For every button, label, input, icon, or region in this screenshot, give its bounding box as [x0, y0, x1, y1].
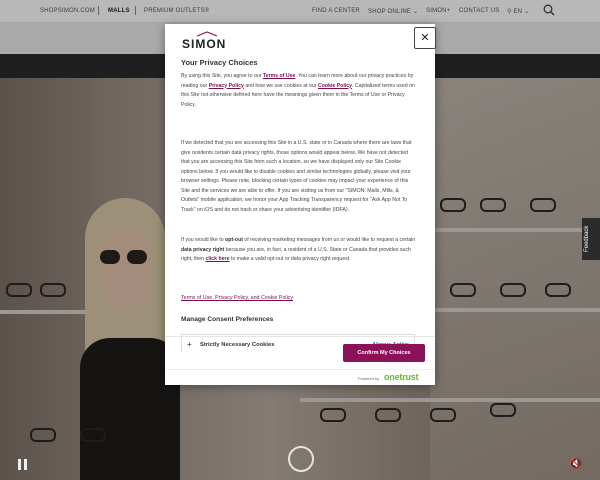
manage-consent-heading: Manage Consent Preferences: [181, 316, 274, 323]
click-here-link[interactable]: click here: [206, 256, 230, 262]
policies-link[interactable]: Terms of Use, Privacy Policy, and Cookie…: [181, 295, 293, 301]
pause-button[interactable]: [18, 457, 30, 475]
text: If you would like to: [181, 237, 226, 243]
dialog-content[interactable]: Your Privacy Choices By using this Site,…: [165, 54, 435, 352]
pause-icon: [24, 459, 27, 470]
consent-category-label: Strictly Necessary Cookies: [200, 342, 275, 348]
privacy-policy-link[interactable]: Privacy Policy: [209, 83, 244, 89]
text: to make a valid opt-out or data privacy …: [229, 256, 351, 262]
jurisdiction-paragraph: If we detected that you are accessing th…: [181, 140, 412, 213]
text: opt-out: [225, 237, 243, 243]
feedback-tab[interactable]: Feedback: [582, 218, 600, 260]
dialog-footer: Powered by onetrust: [165, 369, 435, 385]
simon-logo: SIMON: [182, 37, 227, 51]
feedback-label: Feedback: [584, 225, 590, 252]
terms-of-use-link[interactable]: Terms of Use: [263, 73, 295, 79]
text: and how we use cookies at our: [243, 82, 318, 89]
cookie-policy-link[interactable]: Cookie Policy: [318, 83, 352, 89]
privacy-dialog: SIMON ✕ Your Privacy Choices By using th…: [165, 24, 436, 385]
divider: [165, 336, 435, 337]
dialog-header: SIMON ✕: [165, 24, 436, 54]
powered-by-label: Powered by: [358, 376, 380, 381]
text: of receiving marketing messages from us …: [242, 237, 416, 243]
onetrust-logo[interactable]: onetrust: [384, 372, 419, 382]
mute-icon[interactable]: 🔇: [569, 457, 583, 470]
intro-paragraph: By using this Site, you agree to our Ter…: [181, 72, 417, 110]
confirm-choices-button[interactable]: Confirm My Choices: [343, 344, 425, 362]
close-button[interactable]: ✕: [414, 27, 436, 49]
dialog-title: Your Privacy Choices: [181, 58, 258, 67]
expand-icon[interactable]: +: [187, 340, 192, 349]
text: data privacy right: [181, 246, 225, 253]
text: By using this Site, you agree to our: [181, 73, 263, 79]
pause-icon: [18, 459, 21, 470]
scroll-down-button[interactable]: [288, 446, 314, 472]
opt-out-paragraph: If you would like to opt-out of receivin…: [181, 236, 417, 265]
